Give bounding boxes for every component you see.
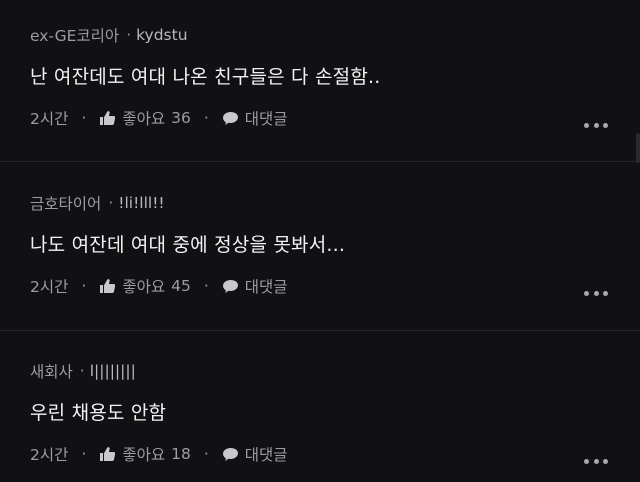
action-separator: · — [203, 277, 209, 295]
reply-button[interactable]: 대댓글 — [222, 107, 288, 129]
more-dot — [603, 290, 608, 296]
comment-actions: 2시간 · 좋아요 18 · 대댓글 — [30, 442, 288, 466]
more-options-button[interactable] — [584, 455, 608, 467]
like-button[interactable]: 좋아요 36 — [99, 107, 191, 129]
comment-text: 나도 여잔데 여대 중에 정상을 못봐서... — [30, 234, 346, 256]
like-count: 18 — [171, 445, 191, 463]
more-dot — [593, 290, 599, 296]
comment-meta: ex-GE코리아 · kydstu — [30, 24, 188, 46]
author-username[interactable]: kydstu — [136, 26, 187, 44]
meta-separator: · — [79, 362, 85, 380]
comment-actions: 2시간 · 좋아요 36 · 대댓글 — [30, 106, 288, 130]
action-separator: · — [81, 109, 87, 127]
comment-actions: 2시간 · 좋아요 45 · 대댓글 — [30, 274, 288, 298]
thumbs-up-icon — [99, 110, 116, 126]
like-button[interactable]: 좋아요 18 — [99, 443, 191, 465]
speech-bubble-icon — [222, 279, 239, 294]
more-horizontal-icon — [584, 458, 589, 464]
reply-button[interactable]: 대댓글 — [222, 443, 288, 465]
reply-label: 대댓글 — [244, 278, 288, 296]
comment-time: 2시간 — [30, 446, 69, 464]
comment-item: ex-GE코리아 · kydstu 난 여잔데도 여대 나온 친구들은 다 손절… — [0, 0, 640, 161]
more-options-button[interactable] — [584, 287, 608, 299]
reply-button[interactable]: 대댓글 — [222, 275, 288, 297]
like-count: 45 — [171, 277, 191, 295]
like-label: 좋아요 — [122, 446, 166, 464]
like-label: 좋아요 — [122, 110, 166, 128]
scrollbar-thumb[interactable] — [636, 133, 640, 163]
comment-time: 2시간 — [30, 110, 69, 128]
action-separator: · — [81, 445, 87, 463]
thumbs-up-icon — [99, 446, 116, 462]
more-horizontal-icon — [584, 290, 589, 296]
author-company[interactable]: 금호타이어 — [30, 192, 101, 214]
more-options-button[interactable] — [584, 119, 608, 131]
comment-item: 금호타이어 · !li!lll!! 나도 여잔데 여대 중에 정상을 못봐서..… — [0, 162, 640, 330]
author-username[interactable]: l|||||||| — [90, 362, 136, 380]
reply-label: 대댓글 — [244, 110, 288, 128]
more-dot — [603, 122, 608, 128]
like-button[interactable]: 좋아요 45 — [99, 275, 191, 297]
more-dot — [593, 458, 599, 464]
more-horizontal-icon — [584, 122, 589, 128]
comment-meta: 금호타이어 · !li!lll!! — [30, 192, 165, 214]
comment-meta: 새회사 · l|||||||| — [30, 360, 136, 382]
author-username[interactable]: !li!lll!! — [118, 194, 164, 212]
author-company[interactable]: 새회사 — [30, 360, 73, 382]
speech-bubble-icon — [222, 111, 239, 126]
reply-label: 대댓글 — [244, 446, 288, 464]
meta-separator: · — [108, 194, 114, 212]
more-dot — [593, 122, 599, 128]
thumbs-up-icon — [99, 278, 116, 294]
comment-text: 난 여잔데도 여대 나온 친구들은 다 손절함.. — [30, 66, 381, 88]
like-count: 36 — [171, 109, 191, 127]
action-separator: · — [81, 277, 87, 295]
action-separator: · — [203, 109, 209, 127]
comment-item: 새회사 · l|||||||| 우린 채용도 안함 2시간 · 좋아요 18 ·… — [0, 331, 640, 482]
more-dot — [603, 458, 608, 464]
meta-separator: · — [126, 26, 132, 44]
like-label: 좋아요 — [122, 278, 166, 296]
speech-bubble-icon — [222, 447, 239, 462]
action-separator: · — [203, 445, 209, 463]
comment-text: 우린 채용도 안함 — [30, 402, 167, 424]
author-company[interactable]: ex-GE코리아 — [30, 24, 119, 46]
comment-time: 2시간 — [30, 278, 69, 296]
